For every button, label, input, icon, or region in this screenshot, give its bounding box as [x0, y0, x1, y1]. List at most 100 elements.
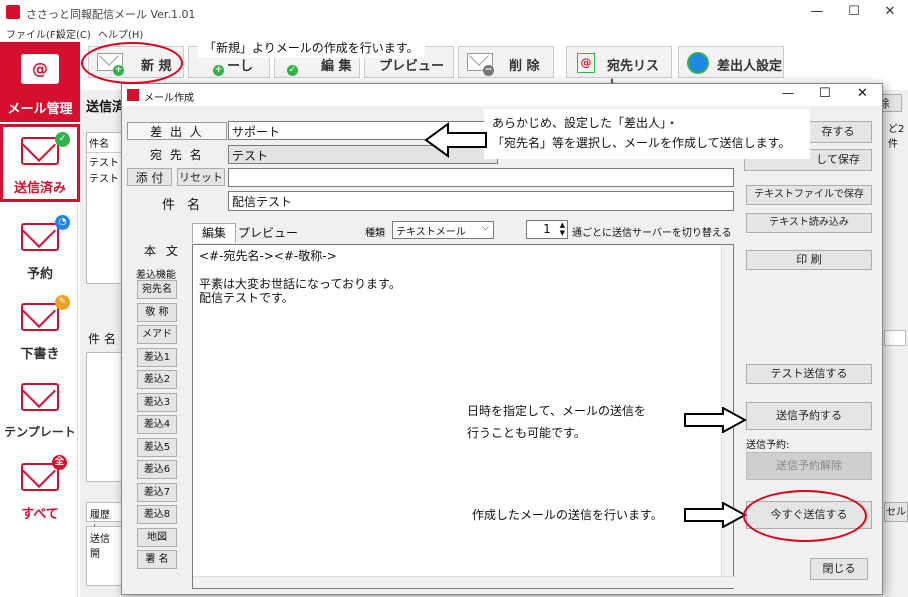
insert-button[interactable]: 宛先名 — [137, 280, 177, 299]
body-line: <#-宛先名-><#-敬称-> — [199, 249, 337, 263]
sent-list[interactable]: 件名 テスト テスト — [86, 132, 122, 284]
subject-heading: 件 名 — [88, 332, 116, 346]
sender-label: 差 出 人 — [127, 122, 227, 140]
app-logo-icon — [6, 5, 20, 19]
delete-button[interactable]: − 削 除 — [458, 46, 554, 78]
sidebar-item-all[interactable]: 全 すべて — [0, 447, 80, 527]
close-button[interactable]: ✕ — [879, 3, 901, 21]
clock-badge-icon: ◔ — [55, 215, 70, 230]
insert-button[interactable]: 地図URL — [137, 527, 177, 560]
save-text-file-button[interactable]: テキストファイルで保存 — [746, 185, 872, 205]
sender-settings-button[interactable]: 差出人設定 — [678, 46, 784, 78]
arrow-right-icon — [684, 502, 747, 528]
insert-button[interactable]: 敬 称 — [137, 302, 177, 322]
insert-button[interactable]: 署 名 — [137, 550, 177, 569]
arrow-left-icon — [424, 122, 487, 158]
body-label: 本 文 — [144, 244, 181, 258]
address-book-icon: @ — [577, 53, 595, 73]
sidebar-item-label: すべて — [21, 507, 59, 522]
app-title: ささっと同報配信メール Ver.1.01 — [26, 8, 196, 21]
sidebar-item-label: テンプレート — [4, 425, 76, 439]
sidebar-item-scheduled[interactable]: ◔ 予約 — [0, 207, 80, 287]
pencil-badge-icon: ✎ — [55, 295, 70, 310]
schedule-label: 送信予約: — [746, 440, 790, 451]
dialog-maximize-button[interactable]: ☐ — [819, 86, 831, 101]
scheduled-mail-icon — [21, 223, 59, 251]
insert-button[interactable]: 差込6 — [137, 460, 177, 479]
sidebar-item-mail-management[interactable]: @ メール管理 — [0, 42, 80, 122]
print-button[interactable]: 印 刷 — [746, 250, 872, 270]
sidebar-item-label: 予約 — [26, 267, 53, 282]
list-item[interactable]: テスト — [87, 170, 121, 185]
globe-icon — [687, 52, 709, 74]
dialog-title-bar: メール作成 — ☐ ✕ — [122, 84, 882, 106]
minimize-button[interactable]: — — [806, 3, 828, 21]
highlight-new-ellipse — [81, 42, 183, 84]
test-send-button[interactable]: テスト送信する — [746, 364, 872, 384]
annotation-send-now: 作成したメールの送信を行います。 — [468, 504, 667, 525]
insert-button[interactable]: 差込5 — [137, 437, 177, 457]
sidebar-item-template[interactable]: テンプレート — [0, 367, 80, 447]
insert-button[interactable]: 差込3 — [137, 392, 177, 412]
recipient-list-button[interactable]: @ 宛先リスト — [566, 46, 672, 93]
list-item[interactable]: テスト — [87, 153, 121, 170]
stepper-arrows-icon: ▲ ▼ — [559, 221, 565, 237]
horizontal-scrollbar[interactable] — [193, 576, 735, 588]
sent-heading: 送信済 — [86, 100, 126, 115]
count-label: ど2件 — [888, 124, 905, 150]
insert-function-label: 差込機能 — [136, 270, 176, 281]
sidebar-item-label: メール管理 — [7, 102, 73, 117]
arrow-right-icon — [684, 407, 747, 433]
sent-mail-icon — [21, 137, 59, 165]
dialog-close-action-button[interactable]: 閉じる — [810, 558, 868, 580]
attachment-field[interactable] — [228, 168, 734, 187]
dialog-minimize-button[interactable]: — — [782, 86, 794, 100]
list-header: 件名 — [87, 133, 121, 153]
mail-at-icon: @ — [21, 54, 59, 84]
sidebar-item-sent[interactable]: ✓ 送信済み — [0, 124, 80, 202]
server-count-stepper[interactable]: 1 ▲ ▼ — [526, 220, 568, 239]
load-text-button[interactable]: テキスト読み込み — [746, 213, 872, 233]
template-mail-icon — [21, 383, 59, 411]
minus-icon: − — [483, 65, 494, 76]
reset-button[interactable]: リセット — [177, 168, 225, 186]
body-line — [199, 263, 727, 277]
dialog-app-icon — [127, 89, 139, 101]
insert-button[interactable]: 差込2 — [137, 370, 177, 389]
insert-button[interactable]: 差込8 — [137, 505, 177, 524]
sidebar-item-label: 送信済み — [13, 181, 66, 196]
maximize-button[interactable]: ☐ — [843, 3, 865, 21]
history-tab[interactable]: 履歴ク — [86, 502, 122, 536]
sidebar-item-draft[interactable]: ✎ 下書き — [0, 287, 80, 367]
menu-help[interactable]: ヘルプ(H) — [98, 26, 143, 41]
schedule-send-button[interactable]: 送信予約する — [746, 402, 872, 430]
history-list: 送信開 — [86, 526, 122, 586]
chevron-down-icon: ⌵ — [482, 223, 489, 233]
dialog-title: メール作成 — [144, 93, 194, 104]
cancel-schedule-button[interactable]: 送信予約解除 — [746, 452, 872, 480]
annotation-new: 「新規」よりメールの作成を行います。 — [198, 37, 425, 58]
type-select[interactable]: テキストメール ⌵ — [392, 221, 494, 239]
insert-button[interactable]: メアド — [137, 325, 177, 344]
subject-input[interactable]: 配信テスト — [228, 191, 734, 211]
all-badge-icon: 全 — [52, 455, 67, 470]
sidebar: @ メール管理 ✓ 送信済み ◔ 予約 ✎ 下書き テンプレート 全 すべて — [0, 42, 80, 597]
insert-button[interactable]: 差込1 — [137, 347, 177, 367]
cancel-right-button[interactable]: セル — [884, 502, 908, 522]
dialog-close-button[interactable]: ✕ — [857, 86, 868, 101]
edit-icon: ✓ — [287, 65, 298, 76]
highlight-send-now-ellipse — [743, 490, 867, 542]
tab-edit[interactable]: 編集 — [192, 223, 236, 243]
annotation-sender: あらかじめ、設定した「差出人」・ 「宛先名」等を選択し、メールを作成して送信しま… — [484, 109, 810, 159]
subject-label: 件 名 — [162, 198, 205, 213]
body-line: 配信テストです。 — [199, 291, 294, 305]
menu-settings[interactable]: 設定(C) — [56, 26, 91, 41]
menu-file[interactable]: ファイル(F) — [6, 26, 60, 41]
tab-preview[interactable]: プレビュー — [238, 225, 298, 243]
check-badge-icon: ✓ — [55, 132, 70, 147]
insert-button[interactable]: 差込4 — [137, 415, 177, 434]
insert-button[interactable]: 差込7 — [137, 482, 177, 502]
right-field — [884, 330, 906, 346]
attach-button[interactable]: 添 付 — [127, 168, 172, 186]
type-label: 種類 — [365, 228, 385, 239]
